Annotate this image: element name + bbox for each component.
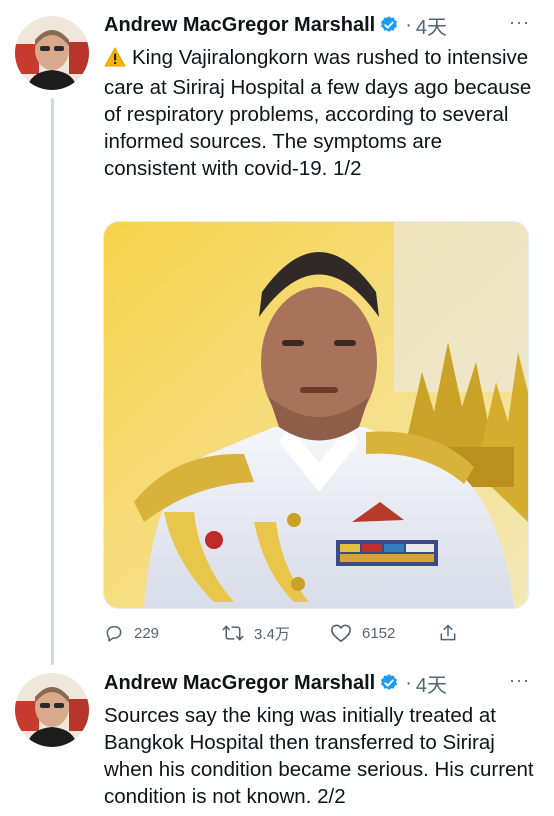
warning-icon xyxy=(104,46,126,74)
share-button[interactable] xyxy=(438,623,458,643)
reply-count: 229 xyxy=(134,624,160,642)
more-icon[interactable]: ··· xyxy=(509,670,530,691)
retweet-count: 3.4万 xyxy=(254,625,290,643)
author-name[interactable]: Andrew MacGregor Marshall xyxy=(104,672,375,695)
tweet-header: Andrew MacGregor Marshall · 4天 ··· xyxy=(104,668,540,698)
share-icon xyxy=(438,623,458,643)
separator-dot: · xyxy=(405,671,412,694)
tweet-photo[interactable] xyxy=(103,221,529,609)
tweet-actions: 229 3.4万 6152 xyxy=(104,619,534,647)
verified-icon xyxy=(379,673,399,693)
like-icon xyxy=(330,623,352,643)
timestamp[interactable]: 4天 xyxy=(416,669,447,698)
separator-dot: · xyxy=(405,13,412,36)
like-button[interactable]: 6152 xyxy=(330,623,438,643)
reply-icon xyxy=(104,623,124,643)
tweet-body: King Vajiralongkorn was rushed to intens… xyxy=(104,46,532,180)
like-count: 6152 xyxy=(362,624,396,642)
verified-icon xyxy=(379,15,399,35)
avatar[interactable] xyxy=(15,673,89,747)
tweet-header: Andrew MacGregor Marshall · 4天 ··· xyxy=(104,10,540,40)
thread-connector-line xyxy=(51,98,54,665)
more-icon[interactable]: ··· xyxy=(509,12,530,33)
author-name[interactable]: Andrew MacGregor Marshall xyxy=(104,14,375,37)
avatar[interactable] xyxy=(15,16,89,90)
timestamp[interactable]: 4天 xyxy=(416,11,447,40)
retweet-button[interactable]: 3.4万 xyxy=(222,623,330,644)
tweet-text: King Vajiralongkorn was rushed to intens… xyxy=(104,44,539,182)
reply-button[interactable]: 229 xyxy=(104,623,222,643)
retweet-icon xyxy=(222,623,244,643)
tweet-text: Sources say the king was initially treat… xyxy=(104,704,534,808)
